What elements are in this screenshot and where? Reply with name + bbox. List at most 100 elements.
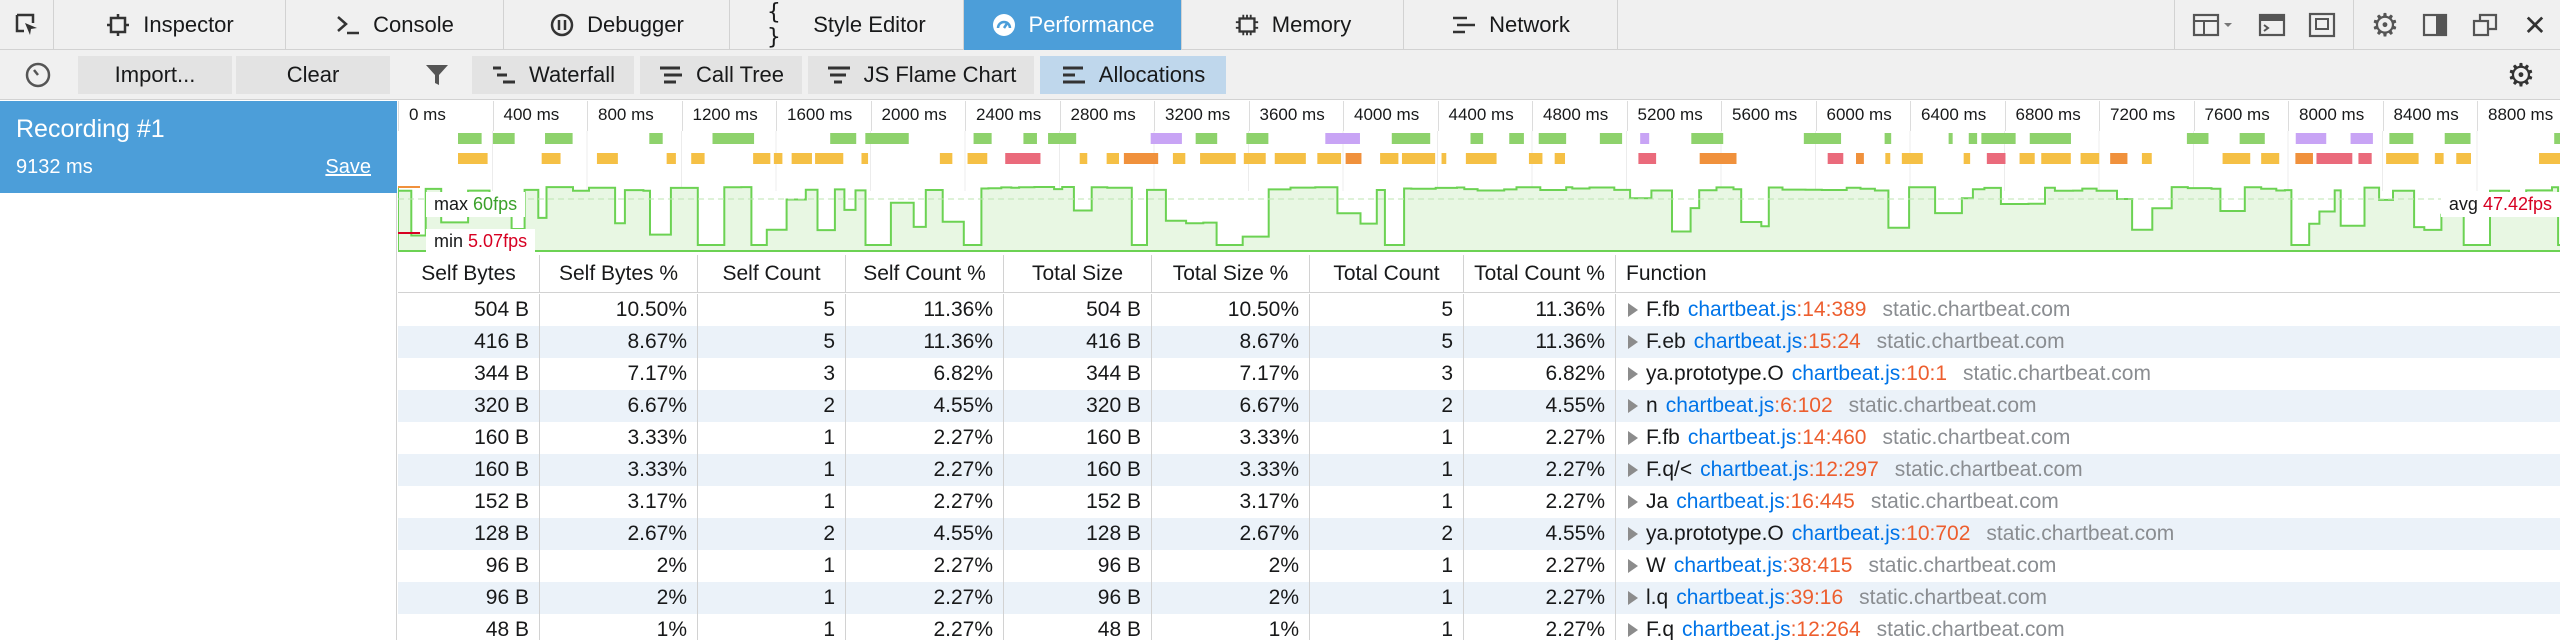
source-file-link[interactable]: chartbeat.js (1694, 326, 1803, 358)
filter-button[interactable] (414, 56, 460, 94)
expand-arrow-icon[interactable] (1628, 591, 1638, 605)
column-header[interactable]: Total Size (1004, 255, 1152, 293)
table-row[interactable]: 48 B 1% 1 2.27% 48 B 1% 1 2.27% F.q chartbeat.js:… (398, 614, 2560, 640)
source-file-link[interactable]: chartbeat.js (1676, 582, 1785, 614)
undock-button[interactable] (2460, 0, 2510, 50)
source-file-link[interactable]: chartbeat.js (1676, 486, 1785, 518)
view-calltree-button[interactable]: Call Tree (640, 56, 802, 94)
cell-total-size-pct: 3.33% (1152, 422, 1310, 454)
timeline-overview[interactable]: 0 ms 400 ms 800 ms 1200 ms 1600 ms 2000 ms 240… (398, 101, 2560, 254)
table-row[interactable]: 96 B 2% 1 2.27% 96 B 2% 1 2.27% Wchartbeat.js:38… (398, 550, 2560, 582)
cell-total-count-pct: 2.27% (1464, 422, 1616, 454)
style-editor-icon: { } (767, 0, 781, 50)
tab-label: Memory (1271, 12, 1352, 37)
tab-inspector[interactable]: Inspector (54, 0, 286, 50)
screenshot-button[interactable] (2297, 0, 2347, 50)
expand-arrow-icon[interactable] (1628, 335, 1638, 349)
tab-console[interactable]: Console (286, 0, 504, 50)
view-allocations-button[interactable]: Allocations (1040, 56, 1226, 94)
tab-performance[interactable]: Performance (964, 0, 1182, 50)
marker-bar (830, 133, 857, 144)
table-row[interactable]: 320 B 6.67% 2 4.55% 320 B 6.67% 2 4.55% n chartbe… (398, 390, 2560, 422)
cell-self-count-pct: 6.82% (846, 358, 1004, 390)
function-name: ya.prototype.O (1646, 522, 1784, 545)
expand-arrow-icon[interactable] (1628, 527, 1638, 541)
view-waterfall-button[interactable]: Waterfall (472, 56, 634, 94)
source-file-link[interactable]: chartbeat.js (1682, 614, 1791, 640)
source-file-link[interactable]: chartbeat.js (1688, 294, 1797, 326)
source-file-link[interactable]: chartbeat.js (1674, 550, 1783, 582)
frame-picker-button[interactable] (2181, 0, 2247, 50)
table-row[interactable]: 96 B 2% 1 2.27% 96 B 2% 1 2.27% l.q chartbeat.js:… (398, 582, 2560, 614)
table-row[interactable]: 504 B 10.50% 5 11.36% 504 B 10.50% 5 11.36% F.fb… (398, 294, 2560, 326)
column-header[interactable]: Self Count (698, 255, 846, 293)
import-button[interactable]: Import... (78, 56, 232, 94)
fps-avg-text: avg (2448, 194, 2478, 214)
source-location: :10:702 (1900, 522, 1971, 545)
source-file-link[interactable]: chartbeat.js (1666, 390, 1775, 422)
settings-button[interactable]: ⚙ (2360, 0, 2410, 50)
tab-memory[interactable]: Memory (1182, 0, 1404, 50)
column-header[interactable]: Self Bytes (398, 255, 540, 293)
time-tick: 2000 ms (870, 101, 947, 131)
column-header[interactable]: Total Count % (1464, 255, 1616, 293)
cell-self-bytes-pct: 3.33% (540, 422, 698, 454)
cell-self-bytes: 128 B (398, 518, 540, 550)
scratchpad-button[interactable] (2247, 0, 2297, 50)
expand-arrow-icon[interactable] (1628, 559, 1638, 573)
view-flame-chart-button[interactable]: JS Flame Chart (808, 56, 1034, 94)
cell-total-count-pct: 11.36% (1464, 294, 1616, 326)
tab-network[interactable]: Network (1404, 0, 1618, 50)
cell-self-bytes: 416 B (398, 326, 540, 358)
table-row[interactable]: 128 B 2.67% 2 4.55% 128 B 2.67% 2 4.55% ya.proto… (398, 518, 2560, 550)
source-file-link[interactable]: chartbeat.js (1700, 454, 1809, 486)
time-tick: 400 ms (492, 101, 559, 131)
cell-total-size-pct: 10.50% (1152, 294, 1310, 326)
table-row[interactable]: 152 B 3.17% 1 2.27% 152 B 3.17% 1 2.27% Ja chartb… (398, 486, 2560, 518)
column-header[interactable]: Total Count (1310, 255, 1464, 293)
source-file-link[interactable]: chartbeat.js (1688, 422, 1797, 454)
column-header[interactable]: Function (1616, 255, 2560, 293)
table-row[interactable]: 416 B 8.67% 5 11.36% 416 B 8.67% 5 11.36% F.eb ch… (398, 326, 2560, 358)
expand-arrow-icon[interactable] (1628, 463, 1638, 477)
dock-side-button[interactable] (2410, 0, 2460, 50)
cell-total-size: 160 B (1004, 422, 1152, 454)
clear-button[interactable]: Clear (236, 56, 390, 94)
record-button[interactable] (0, 56, 76, 94)
cell-self-count: 1 (698, 454, 846, 486)
tab-style-editor[interactable]: { } Style Editor (730, 0, 964, 50)
element-picker-button[interactable] (0, 0, 54, 50)
expand-arrow-icon[interactable] (1628, 431, 1638, 445)
marker-bar (1150, 133, 1182, 144)
tab-debugger[interactable]: Debugger (504, 0, 730, 50)
save-recording-link[interactable]: Save (325, 156, 371, 179)
gear-icon: ⚙ (2506, 56, 2536, 94)
table-row[interactable]: 344 B 7.17% 3 6.82% 344 B 7.17% 3 6.82% ya.proto… (398, 358, 2560, 390)
source-file-link[interactable]: chartbeat.js (1792, 518, 1901, 550)
cell-total-count-pct: 2.27% (1464, 454, 1616, 486)
time-tick: 5600 ms (1721, 101, 1797, 131)
cell-total-count-pct: 2.27% (1464, 550, 1616, 582)
cell-function: F.q/< chartbeat.js:12:297 static.chartbeat… (1616, 454, 2083, 486)
performance-settings-button[interactable]: ⚙ (2496, 56, 2546, 94)
close-toolbox-button[interactable]: ✕ (2510, 0, 2560, 50)
table-row[interactable]: 160 B 3.33% 1 2.27% 160 B 3.33% 1 2.27% F.q/< cha… (398, 454, 2560, 486)
marker-bar (2295, 153, 2313, 164)
marker-bar (1538, 133, 1567, 144)
column-header[interactable]: Self Count % (846, 255, 1004, 293)
expand-arrow-icon[interactable] (1628, 495, 1638, 509)
column-header[interactable]: Total Size % (1152, 255, 1310, 293)
marker-bar (1528, 153, 1543, 164)
expand-arrow-icon[interactable] (1628, 399, 1638, 413)
expand-arrow-icon[interactable] (1628, 367, 1638, 381)
marker-bar (973, 133, 992, 144)
expand-arrow-icon[interactable] (1628, 623, 1638, 637)
cell-self-count-pct: 2.27% (846, 486, 1004, 518)
marker-bar (2019, 153, 2035, 164)
expand-arrow-icon[interactable] (1628, 303, 1638, 317)
recording-item[interactable]: Recording #1 9132 ms Save (0, 101, 397, 193)
column-header[interactable]: Self Bytes % (540, 255, 698, 293)
table-row[interactable]: 160 B 3.33% 1 2.27% 160 B 3.33% 1 2.27% F.fb char… (398, 422, 2560, 454)
source-file-link[interactable]: chartbeat.js (1792, 358, 1901, 390)
fps-unit: fps (2527, 194, 2552, 214)
